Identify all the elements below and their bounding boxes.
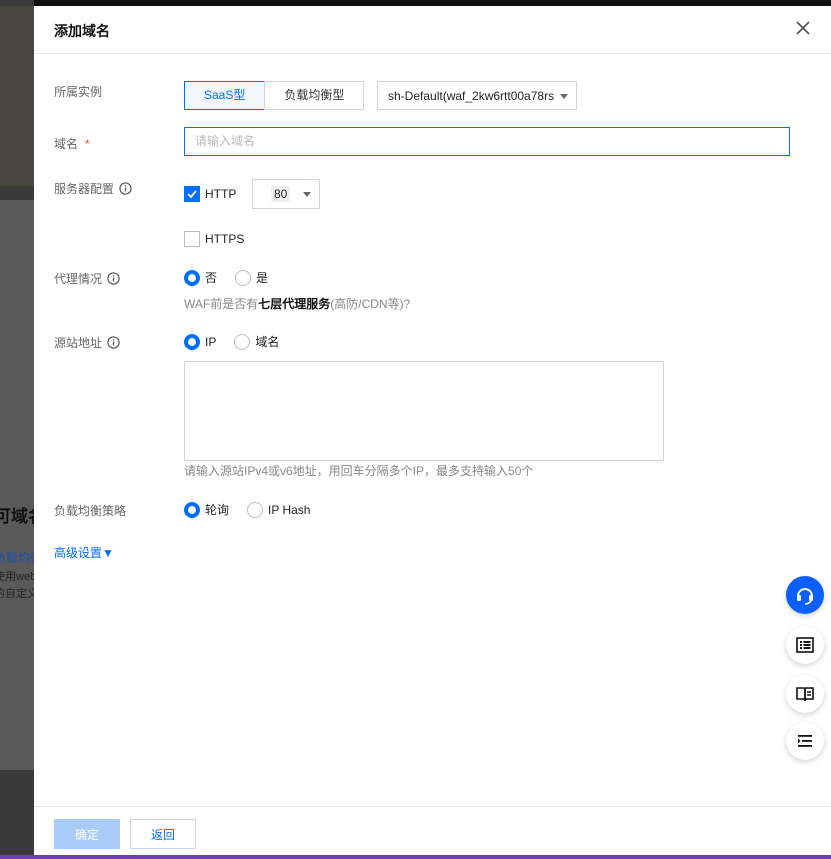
close-icon <box>796 21 810 35</box>
origin-radio-group: IP 域名 <box>184 333 297 350</box>
info-icon[interactable] <box>107 336 120 349</box>
docs-list-button[interactable] <box>786 626 824 664</box>
origin-address-textarea[interactable] <box>184 361 664 461</box>
bottom-edge <box>0 855 831 859</box>
origin-hint: 请输入源站IPv4或v6地址，用回车分隔多个IP，最多支持输入50个 <box>184 464 534 478</box>
back-button[interactable]: 返回 <box>130 819 196 849</box>
radio-unselected-icon <box>235 269 252 286</box>
radio-selected-icon <box>184 269 200 286</box>
proxy-label: 代理情况 <box>54 270 120 287</box>
server-config-label: 服务器配置 <box>54 180 132 197</box>
close-button[interactable] <box>793 18 813 38</box>
radio-selected-icon <box>184 333 200 350</box>
http-label: HTTP <box>205 187 237 201</box>
chevron-down-icon <box>303 192 311 197</box>
checkbox-checked-icon <box>184 186 200 202</box>
dialog-footer: 确定 返回 <box>34 806 831 857</box>
origin-option-ip[interactable]: IP <box>184 333 216 350</box>
lb-option-ip-hash[interactable]: IP Hash <box>247 501 310 518</box>
https-checkbox[interactable]: HTTPS <box>184 231 244 247</box>
lb-option-round-robin[interactable]: 轮询 <box>184 501 229 518</box>
background-text-1: 使用web <box>0 571 34 583</box>
origin-option-domain[interactable]: 域名 <box>234 333 279 350</box>
book-icon <box>796 687 814 702</box>
add-domain-dialog: 添加域名 所属实例 SaaS型 负载均衡型 sh-Default(waf_2kw… <box>34 6 831 857</box>
radio-selected-icon <box>184 501 200 518</box>
checkbox-unchecked-icon <box>184 231 200 247</box>
origin-label: 源站地址 <box>54 334 120 351</box>
outline-button[interactable] <box>786 722 824 760</box>
domain-input-placeholder: 请输入域名 <box>195 134 256 148</box>
lb-type-button[interactable]: 负载均衡型 <box>264 81 365 110</box>
proxy-option-no[interactable]: 否 <box>184 269 217 286</box>
domain-input[interactable]: 请输入域名 <box>184 127 790 156</box>
lb-policy-radio-group: 轮询 IP Hash <box>184 501 328 518</box>
support-button[interactable] <box>786 576 824 614</box>
instance-label: 所属实例 <box>54 85 103 99</box>
headset-icon <box>797 588 813 605</box>
background-page: 可域名 负载均衡 使用web 的自定义 <box>0 0 34 859</box>
proxy-radio-group: 否 是 <box>184 269 286 286</box>
background-link: 负载均衡 <box>0 551 34 565</box>
info-icon[interactable] <box>107 272 120 285</box>
instance-type-toggle: SaaS型 负载均衡型 <box>184 81 365 110</box>
guide-button[interactable] <box>786 675 824 713</box>
radio-unselected-icon <box>234 333 251 350</box>
instance-select-value: sh-Default(waf_2kw6rtt00a78rs <box>388 88 555 103</box>
background-heading: 可域名 <box>0 507 34 526</box>
list-icon <box>796 637 814 653</box>
radio-unselected-icon <box>247 501 264 518</box>
confirm-button[interactable]: 确定 <box>54 819 120 849</box>
http-port-value: 80 <box>271 186 291 202</box>
saas-type-button[interactable]: SaaS型 <box>184 81 266 110</box>
advanced-settings-link[interactable]: 高级设置▼ <box>54 544 114 561</box>
required-mark: * <box>85 136 90 151</box>
chevron-down-icon <box>560 94 568 99</box>
outline-icon <box>798 735 812 747</box>
proxy-hint: WAF前是否有七层代理服务(高防/CDN等)? <box>184 297 411 311</box>
lb-policy-label: 负载均衡策略 <box>54 504 127 518</box>
proxy-option-yes[interactable]: 是 <box>235 269 268 286</box>
dialog-title: 添加域名 <box>54 23 110 39</box>
https-label: HTTPS <box>205 232 245 246</box>
dialog-header: 添加域名 <box>34 6 831 54</box>
background-text-2: 的自定义 <box>0 588 34 600</box>
http-port-select[interactable]: 80 <box>252 179 320 209</box>
info-icon[interactable] <box>119 182 132 195</box>
http-checkbox[interactable]: HTTP <box>184 186 236 202</box>
domain-label: 域名 * <box>54 136 90 152</box>
instance-select[interactable]: sh-Default(waf_2kw6rtt00a78rs <box>377 81 577 110</box>
